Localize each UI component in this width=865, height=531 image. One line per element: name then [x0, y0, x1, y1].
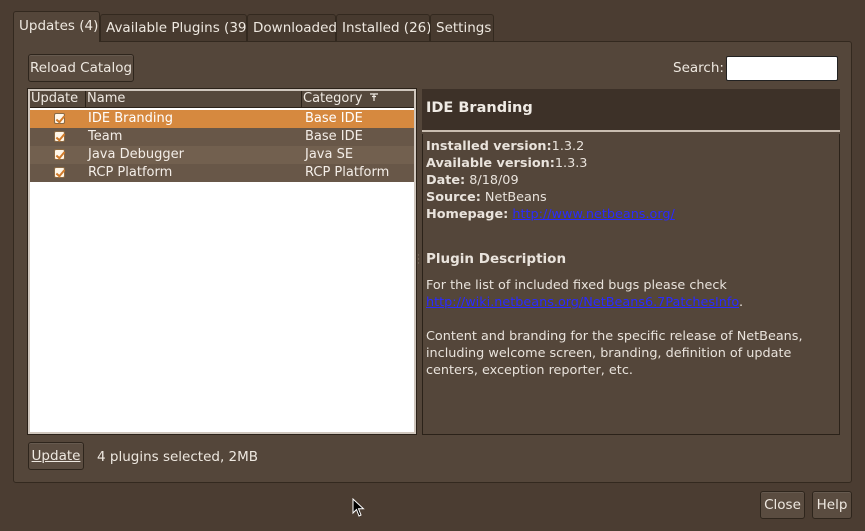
homepage-link[interactable]: http://www.netbeans.org/ — [512, 207, 674, 222]
plugin-source: Source: NetBeans — [426, 190, 547, 205]
plugin-name: RCP Platform — [88, 165, 173, 180]
search-label: Search: — [673, 60, 724, 76]
update-checkbox[interactable] — [54, 113, 65, 124]
update-checkbox[interactable] — [54, 149, 65, 160]
plugin-category: RCP Platform — [305, 165, 390, 180]
sort-icon — [369, 93, 378, 101]
table-row[interactable]: Team Base IDE — [30, 128, 414, 146]
column-header-update[interactable]: Update — [30, 91, 86, 108]
mouse-pointer-icon — [352, 498, 365, 517]
selection-status: 4 plugins selected, 2MB — [97, 449, 259, 465]
search-input[interactable] — [726, 56, 838, 81]
table-header: Update Name Category — [30, 91, 414, 108]
plugin-category: Java SE — [305, 147, 354, 162]
patches-info-link[interactable]: http://wiki.netbeans.org/NetBeans6.7Patc… — [426, 295, 739, 310]
tab-downloaded[interactable]: Downloaded — [247, 14, 337, 42]
table-row[interactable]: Java Debugger Java SE — [30, 146, 414, 164]
table-row[interactable]: IDE Branding Base IDE — [30, 110, 414, 128]
column-header-name[interactable]: Name — [86, 91, 302, 108]
update-button[interactable]: Update — [28, 442, 84, 470]
description-body: Content and branding for the specific re… — [426, 329, 803, 378]
help-button[interactable]: Help — [812, 491, 852, 519]
plugin-homepage: Homepage: http://www.netbeans.org/ — [426, 207, 675, 222]
update-checkbox[interactable] — [54, 167, 65, 178]
plugin-name: IDE Branding — [88, 111, 174, 126]
update-checkbox[interactable] — [54, 131, 65, 142]
release-date: Date: 8/18/09 — [426, 173, 519, 188]
category-header-label: Category — [303, 91, 363, 106]
tab-settings[interactable]: Settings — [430, 14, 494, 42]
detail-pane: Installed version:1.3.2 Available versio… — [422, 134, 840, 435]
tab-available-plugins[interactable]: Available Plugins (39) — [100, 14, 252, 42]
updates-panel: Reload Catalog Search: Update Name Categ… — [13, 41, 852, 483]
table-row[interactable]: RCP Platform RCP Platform — [30, 164, 414, 182]
reload-catalog-button[interactable]: Reload Catalog — [28, 54, 134, 82]
detail-title: IDE Branding — [422, 89, 840, 132]
description-heading: Plugin Description — [426, 251, 567, 267]
close-button[interactable]: Close — [760, 491, 805, 519]
tab-installed[interactable]: Installed (26) — [336, 14, 432, 42]
installed-version: Installed version:1.3.2 — [426, 139, 585, 154]
available-version: Available version:1.3.3 — [426, 156, 588, 171]
plugin-category: Base IDE — [305, 129, 363, 144]
tab-updates[interactable]: Updates (4) — [13, 11, 100, 42]
plugins-table: Update Name Category IDE Branding Base I… — [27, 88, 417, 435]
description-text: For the list of included fixed bugs plea… — [426, 278, 744, 310]
plugin-category: Base IDE — [305, 111, 363, 126]
plugin-name: Java Debugger — [88, 147, 184, 162]
plugin-name: Team — [88, 129, 123, 144]
column-header-category[interactable]: Category — [302, 91, 414, 108]
